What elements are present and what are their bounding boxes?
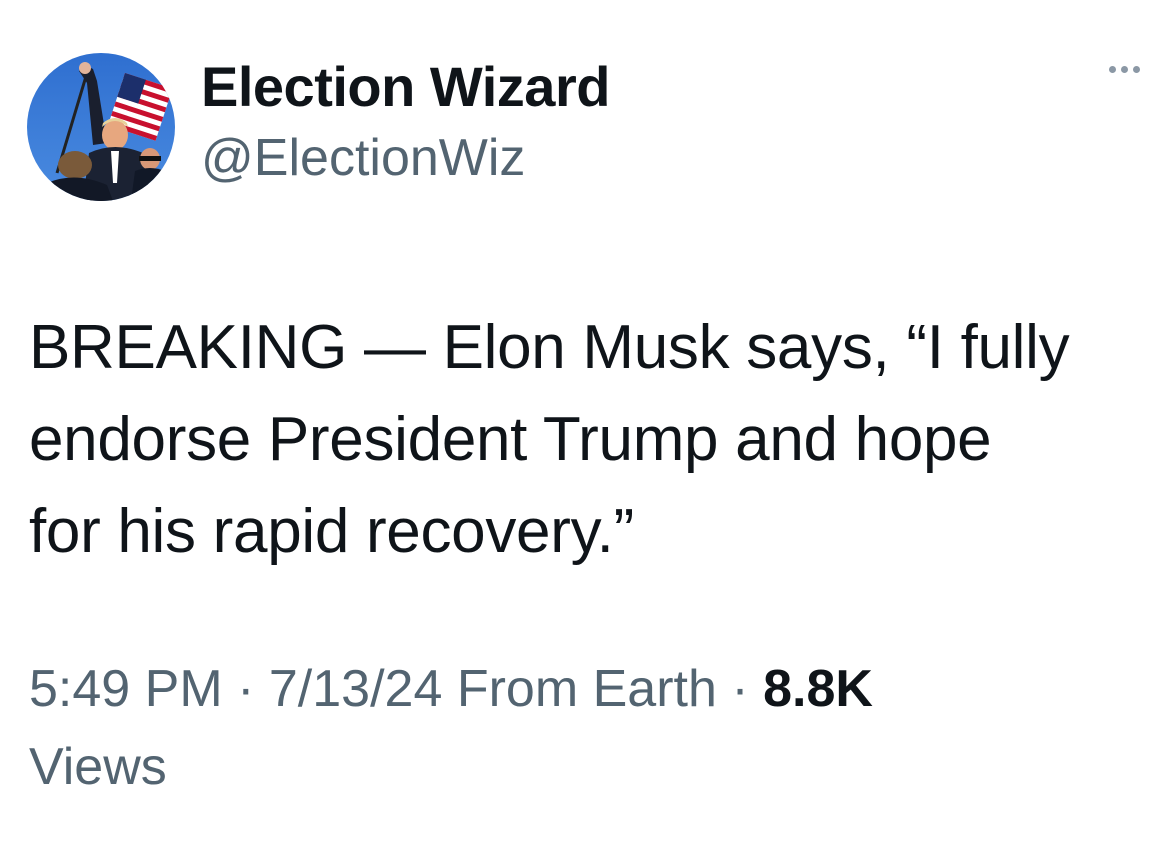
avatar[interactable] bbox=[27, 53, 175, 201]
tweet-text-line: endorse President Trump and hope bbox=[29, 405, 992, 474]
views-label[interactable]: Views bbox=[29, 738, 167, 796]
profile-photo-icon bbox=[27, 53, 175, 201]
timestamp-date[interactable]: 7/13/24 bbox=[269, 660, 443, 718]
tweet-meta: 5:49 PM · 7/13/24 From Earth · 8.8K View… bbox=[29, 650, 1129, 806]
handle[interactable]: @ElectionWiz bbox=[201, 128, 610, 188]
more-options-icon[interactable] bbox=[1109, 66, 1140, 73]
tweet-text-line: BREAKING — Elon Musk says, “I fully bbox=[29, 313, 1070, 382]
separator: · bbox=[222, 660, 269, 718]
dot bbox=[1121, 66, 1128, 73]
tweet-text-line: for his rapid recovery.” bbox=[29, 497, 634, 566]
author-names: Election Wizard @ElectionWiz bbox=[201, 56, 610, 188]
tweet-card: Election Wizard @ElectionWiz BREAKING — … bbox=[0, 0, 1170, 844]
tweet-header: Election Wizard @ElectionWiz bbox=[27, 53, 610, 201]
views-count[interactable]: 8.8K bbox=[763, 660, 873, 718]
separator: · bbox=[716, 660, 764, 718]
dot bbox=[1109, 66, 1116, 73]
source-label: From Earth bbox=[442, 660, 717, 718]
dot bbox=[1133, 66, 1140, 73]
timestamp-time[interactable]: 5:49 PM bbox=[29, 660, 223, 718]
tweet-text: BREAKING — Elon Musk says, “I fully endo… bbox=[29, 302, 1149, 578]
display-name[interactable]: Election Wizard bbox=[201, 56, 610, 118]
